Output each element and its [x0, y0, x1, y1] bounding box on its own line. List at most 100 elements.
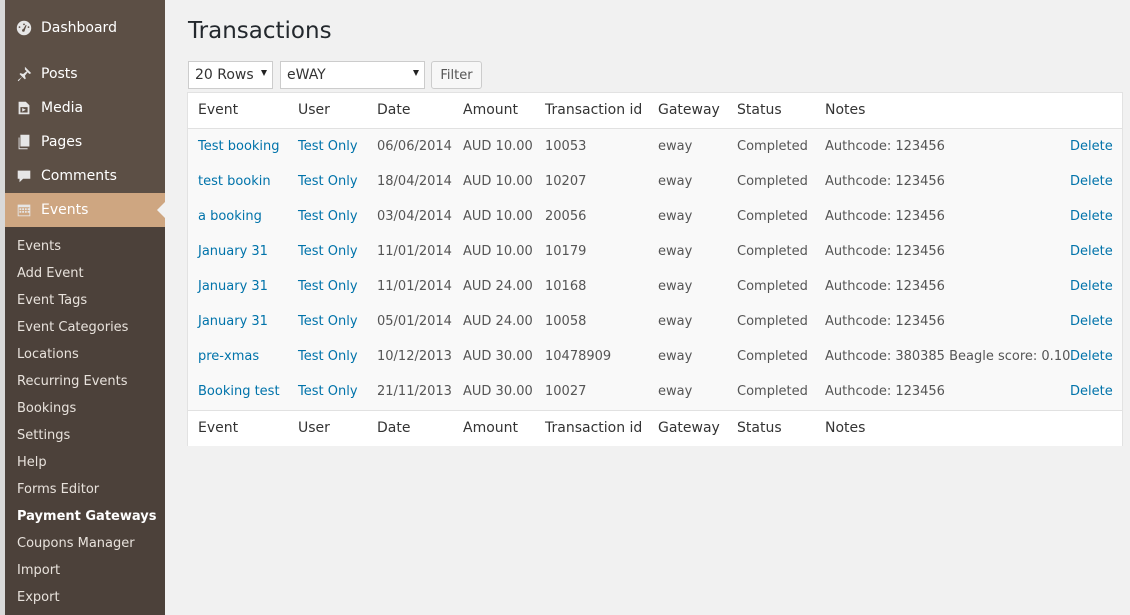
- status-cell: Completed: [737, 174, 808, 189]
- menu-label-media: Media: [41, 100, 84, 116]
- submenu-item-event-tags[interactable]: Event Tags: [17, 293, 87, 308]
- menu-item-media[interactable]: Media: [5, 91, 165, 125]
- date-cell: 18/04/2014: [377, 174, 452, 189]
- notes-cell: Authcode: 123456: [825, 384, 945, 399]
- date-cell: 11/01/2014: [377, 244, 452, 259]
- notes-cell: Authcode: 123456: [825, 314, 945, 329]
- event-link[interactable]: Booking test: [198, 384, 280, 399]
- menu-item-comments[interactable]: Comments: [5, 159, 165, 193]
- column-header-date[interactable]: Date: [377, 102, 410, 118]
- event-link[interactable]: January 31: [198, 279, 268, 294]
- submenu-item-add-event[interactable]: Add Event: [17, 266, 84, 281]
- menu-item-pages[interactable]: Pages: [5, 125, 165, 159]
- status-cell: Completed: [737, 209, 808, 224]
- notes-cell: Authcode: 123456: [825, 244, 945, 259]
- table-row: pre-xmas Test Only 10/12/2013 AUD 30.00 …: [188, 339, 1122, 374]
- user-link[interactable]: Test Only: [298, 139, 358, 154]
- submenu-item-help[interactable]: Help: [17, 455, 47, 470]
- menu-item-events[interactable]: Events: [5, 193, 165, 227]
- table-row: test bookin Test Only 18/04/2014 AUD 10.…: [188, 164, 1122, 199]
- submenu-item-export[interactable]: Export: [17, 590, 60, 605]
- submenu-item-import[interactable]: Import: [17, 563, 60, 578]
- gateway-cell: eway: [658, 244, 693, 259]
- events-submenu: Events Add Event Event Tags Event Catego…: [5, 227, 165, 615]
- event-link[interactable]: pre-xmas: [198, 349, 259, 364]
- footer-header-transaction-id[interactable]: Transaction id: [545, 420, 642, 436]
- rows-per-page-select[interactable]: 20 Rows: [188, 61, 273, 89]
- column-header-status[interactable]: Status: [737, 102, 782, 118]
- event-link[interactable]: Test booking: [198, 139, 280, 154]
- footer-header-user[interactable]: User: [298, 420, 330, 436]
- user-link[interactable]: Test Only: [298, 349, 358, 364]
- event-link[interactable]: test bookin: [198, 174, 271, 189]
- footer-header-amount[interactable]: Amount: [463, 420, 518, 436]
- footer-header-event[interactable]: Event: [198, 420, 238, 436]
- gateway-select-value: eWAY: [287, 67, 326, 83]
- user-link[interactable]: Test Only: [298, 209, 358, 224]
- event-link[interactable]: January 31: [198, 244, 268, 259]
- transaction-id-cell: 10478909: [545, 349, 612, 364]
- submenu-item-event-categories[interactable]: Event Categories: [17, 320, 128, 335]
- gateway-cell: eway: [658, 174, 693, 189]
- column-header-gateway[interactable]: Gateway: [658, 102, 720, 118]
- user-link[interactable]: Test Only: [298, 244, 358, 259]
- notes-cell: Authcode: 123456: [825, 139, 945, 154]
- delete-link[interactable]: Delete: [1070, 384, 1113, 399]
- gateway-select[interactable]: eWAY: [280, 61, 425, 89]
- menu-item-posts[interactable]: Posts: [5, 57, 165, 91]
- dropdown-arrow-icon: [261, 70, 267, 76]
- status-cell: Completed: [737, 279, 808, 294]
- status-cell: Completed: [737, 349, 808, 364]
- amount-cell: AUD 24.00: [463, 279, 533, 294]
- filter-button[interactable]: Filter: [431, 61, 482, 89]
- submenu-item-events[interactable]: Events: [17, 239, 61, 254]
- delete-link[interactable]: Delete: [1070, 279, 1113, 294]
- column-header-notes[interactable]: Notes: [825, 102, 865, 118]
- event-link[interactable]: January 31: [198, 314, 268, 329]
- submenu-item-recurring-events[interactable]: Recurring Events: [17, 374, 128, 389]
- column-header-transaction-id[interactable]: Transaction id: [545, 102, 642, 118]
- submenu-item-locations[interactable]: Locations: [17, 347, 79, 362]
- gateway-cell: eway: [658, 314, 693, 329]
- menu-item-dashboard[interactable]: Dashboard: [5, 11, 165, 45]
- submenu-item-bookings[interactable]: Bookings: [17, 401, 76, 416]
- submenu-item-coupons-manager[interactable]: Coupons Manager: [17, 536, 135, 551]
- footer-header-notes[interactable]: Notes: [825, 420, 865, 436]
- user-link[interactable]: Test Only: [298, 314, 358, 329]
- menu-label-events: Events: [41, 202, 89, 218]
- delete-link[interactable]: Delete: [1070, 209, 1113, 224]
- delete-link[interactable]: Delete: [1070, 244, 1113, 259]
- comment-icon: [14, 166, 34, 186]
- column-header-amount[interactable]: Amount: [463, 102, 518, 118]
- gateway-cell: eway: [658, 349, 693, 364]
- transaction-id-cell: 10058: [545, 314, 587, 329]
- submenu-item-forms-editor[interactable]: Forms Editor: [17, 482, 99, 497]
- delete-link[interactable]: Delete: [1070, 139, 1113, 154]
- column-header-event[interactable]: Event: [198, 102, 238, 118]
- event-link[interactable]: a booking: [198, 209, 262, 224]
- table-row: Booking test Test Only 21/11/2013 AUD 30…: [188, 374, 1122, 409]
- footer-header-status[interactable]: Status: [737, 420, 782, 436]
- transaction-id-cell: 20056: [545, 209, 587, 224]
- rows-select-value: 20 Rows: [195, 67, 254, 83]
- gateway-cell: eway: [658, 384, 693, 399]
- column-header-user[interactable]: User: [298, 102, 330, 118]
- calendar-icon: [14, 200, 34, 220]
- gateway-cell: eway: [658, 139, 693, 154]
- date-cell: 21/11/2013: [377, 384, 452, 399]
- delete-link[interactable]: Delete: [1070, 174, 1113, 189]
- dashboard-icon: [14, 18, 34, 38]
- user-link[interactable]: Test Only: [298, 384, 358, 399]
- user-link[interactable]: Test Only: [298, 174, 358, 189]
- submenu-item-payment-gateways[interactable]: Payment Gateways: [17, 509, 156, 524]
- table-footer: Event User Date Amount Transaction id Ga…: [188, 410, 1122, 446]
- footer-header-date[interactable]: Date: [377, 420, 410, 436]
- dropdown-arrow-icon: [413, 70, 419, 76]
- delete-link[interactable]: Delete: [1070, 349, 1113, 364]
- date-cell: 10/12/2013: [377, 349, 452, 364]
- submenu-item-settings[interactable]: Settings: [17, 428, 70, 443]
- user-link[interactable]: Test Only: [298, 279, 358, 294]
- footer-header-gateway[interactable]: Gateway: [658, 420, 720, 436]
- delete-link[interactable]: Delete: [1070, 314, 1113, 329]
- amount-cell: AUD 10.00: [463, 174, 533, 189]
